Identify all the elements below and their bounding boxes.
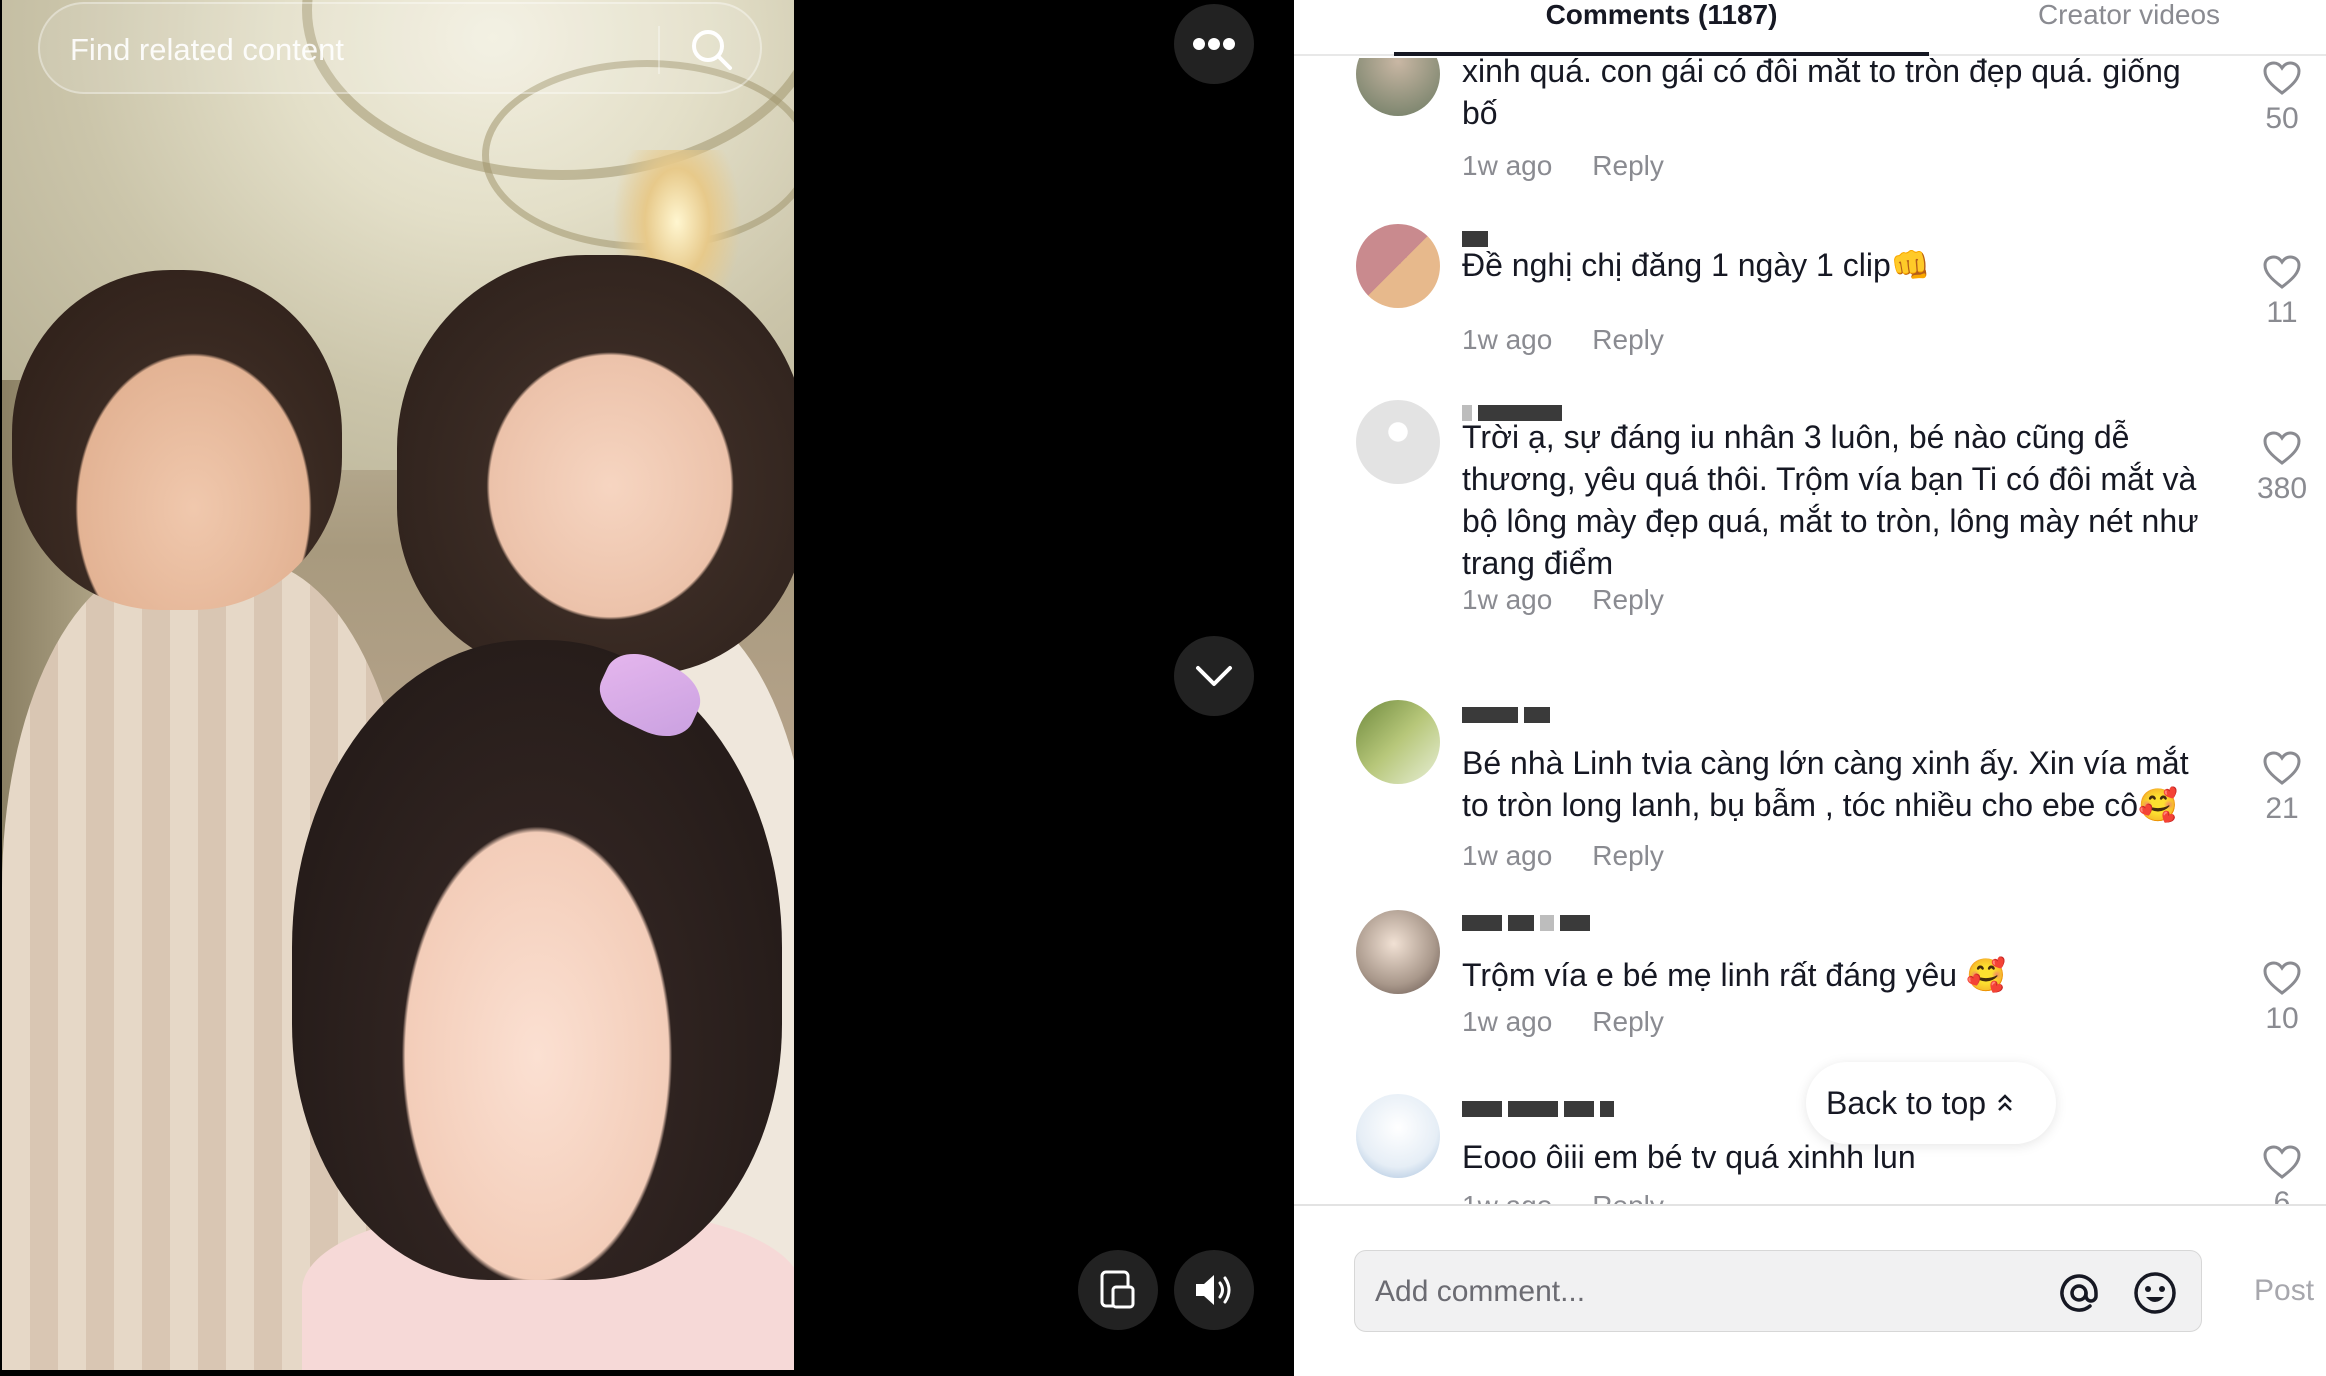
like-button[interactable]: 380 bbox=[2242, 430, 2322, 506]
boy-head bbox=[12, 270, 342, 610]
comment-composer: Add comment... Post bbox=[1294, 1204, 2326, 1376]
more-options-button[interactable] bbox=[1174, 4, 1254, 84]
tab-creator-videos[interactable]: Creator videos bbox=[1964, 0, 2294, 56]
like-button[interactable]: 6 bbox=[2242, 1144, 2322, 1204]
comment-list[interactable]: xinh quá. con gái có đôi mắt to tròn đẹp… bbox=[1294, 58, 2326, 1204]
like-button[interactable]: 50 bbox=[2242, 60, 2322, 136]
search-bar[interactable]: Find related content bbox=[38, 2, 762, 94]
comment-time: 1w ago bbox=[1462, 1190, 1552, 1204]
like-count: 380 bbox=[2256, 472, 2308, 505]
comment-placeholder: Add comment... bbox=[1375, 1275, 1586, 1308]
comment-time: 1w ago bbox=[1462, 584, 1553, 615]
comment-meta: 1w ago Reply bbox=[1462, 584, 1664, 616]
like-count: 6 bbox=[2273, 1186, 2291, 1204]
search-icon[interactable] bbox=[680, 18, 744, 82]
like-count: 10 bbox=[2265, 1002, 2299, 1035]
avatar[interactable] bbox=[1356, 224, 1440, 308]
username[interactable] bbox=[1462, 706, 1556, 730]
mini-player-button[interactable] bbox=[1078, 1250, 1158, 1330]
tab-bar: Comments (1187) Creator videos bbox=[1294, 0, 2326, 56]
comment-text: Bé nhà Linh tvia càng lớn càng xinh ấy. … bbox=[1462, 745, 2189, 823]
heart-icon bbox=[2263, 61, 2301, 95]
back-to-top-button[interactable]: Back to top bbox=[1806, 1062, 2056, 1144]
like-count: 11 bbox=[2266, 296, 2298, 329]
username[interactable] bbox=[1462, 1100, 1620, 1124]
heart-icon bbox=[2263, 961, 2301, 995]
comment-text: Trộm vía e bé mẹ linh rất đáng yêu 🥰 bbox=[1462, 957, 2006, 993]
heart-icon bbox=[2263, 255, 2301, 289]
comment-time: 1w ago bbox=[1462, 150, 1553, 181]
avatar[interactable] bbox=[1356, 700, 1440, 784]
username[interactable] bbox=[1462, 914, 1596, 938]
reply-button[interactable]: Reply bbox=[1592, 1190, 1664, 1204]
video-player[interactable]: Find related content bbox=[2, 0, 794, 1370]
ellipsis-icon bbox=[1193, 38, 1235, 50]
reply-button[interactable]: Reply bbox=[1592, 840, 1664, 871]
next-video-button[interactable] bbox=[1174, 636, 1254, 716]
tab-comments[interactable]: Comments (1187) bbox=[1394, 0, 1929, 56]
comment-time: 1w ago bbox=[1462, 324, 1553, 355]
avatar[interactable] bbox=[1356, 1094, 1440, 1178]
comment-time: 1w ago bbox=[1462, 1006, 1553, 1037]
chevron-down-icon bbox=[1196, 666, 1232, 686]
search-divider bbox=[658, 26, 660, 74]
comment-text: xinh quá. con gái có đôi mắt to tròn đẹp… bbox=[1462, 58, 2181, 131]
girl-head bbox=[397, 255, 794, 675]
avatar[interactable] bbox=[1356, 910, 1440, 994]
reply-button[interactable]: Reply bbox=[1592, 324, 1664, 355]
toddler-head bbox=[292, 640, 782, 1280]
like-count: 21 bbox=[2265, 792, 2299, 825]
avatar[interactable] bbox=[1356, 400, 1440, 484]
reply-button[interactable]: Reply bbox=[1592, 584, 1664, 615]
video-panel: Find related content bbox=[0, 0, 1294, 1376]
volume-icon bbox=[1196, 1275, 1231, 1305]
reply-button[interactable]: Reply bbox=[1592, 150, 1664, 181]
comment-meta: 1w ago Reply bbox=[1462, 150, 1664, 182]
heart-icon bbox=[2263, 1145, 2301, 1179]
comment-meta: 1w ago Reply bbox=[1462, 1190, 1664, 1204]
heart-icon bbox=[2263, 751, 2301, 785]
like-button[interactable]: 11 bbox=[2242, 254, 2322, 330]
volume-button[interactable] bbox=[1174, 1250, 1254, 1330]
reply-button[interactable]: Reply bbox=[1592, 1006, 1664, 1037]
like-button[interactable]: 21 bbox=[2242, 750, 2322, 826]
double-chevron-up-icon bbox=[1998, 1094, 2012, 1111]
comment-meta: 1w ago Reply bbox=[1462, 840, 1664, 872]
emoji-icon[interactable] bbox=[2131, 1269, 2179, 1317]
back-to-top-label: Back to top bbox=[1826, 1084, 1987, 1121]
comment-text: Trời ạ, sự đáng iu nhân 3 luôn, bé nào c… bbox=[1462, 419, 2199, 581]
like-count: 50 bbox=[2265, 102, 2299, 135]
like-button[interactable]: 10 bbox=[2242, 960, 2322, 1036]
at-icon[interactable] bbox=[2055, 1269, 2103, 1317]
comment-meta: 1w ago Reply bbox=[1462, 1006, 1664, 1038]
avatar[interactable] bbox=[1356, 58, 1440, 116]
post-button[interactable]: Post bbox=[2254, 1274, 2314, 1308]
comment-text: Đề nghị chị đăng 1 ngày 1 clip👊 bbox=[1462, 247, 1931, 283]
comment-meta: 1w ago Reply bbox=[1462, 324, 1664, 356]
comment-time: 1w ago bbox=[1462, 840, 1553, 871]
search-input[interactable]: Find related content bbox=[70, 32, 344, 68]
mini-player-icon bbox=[1100, 1270, 1135, 1309]
comments-panel: Comments (1187) Creator videos xinh quá.… bbox=[1294, 0, 2326, 1376]
heart-icon bbox=[2263, 431, 2301, 465]
comment-input[interactable]: Add comment... bbox=[1354, 1250, 2202, 1332]
